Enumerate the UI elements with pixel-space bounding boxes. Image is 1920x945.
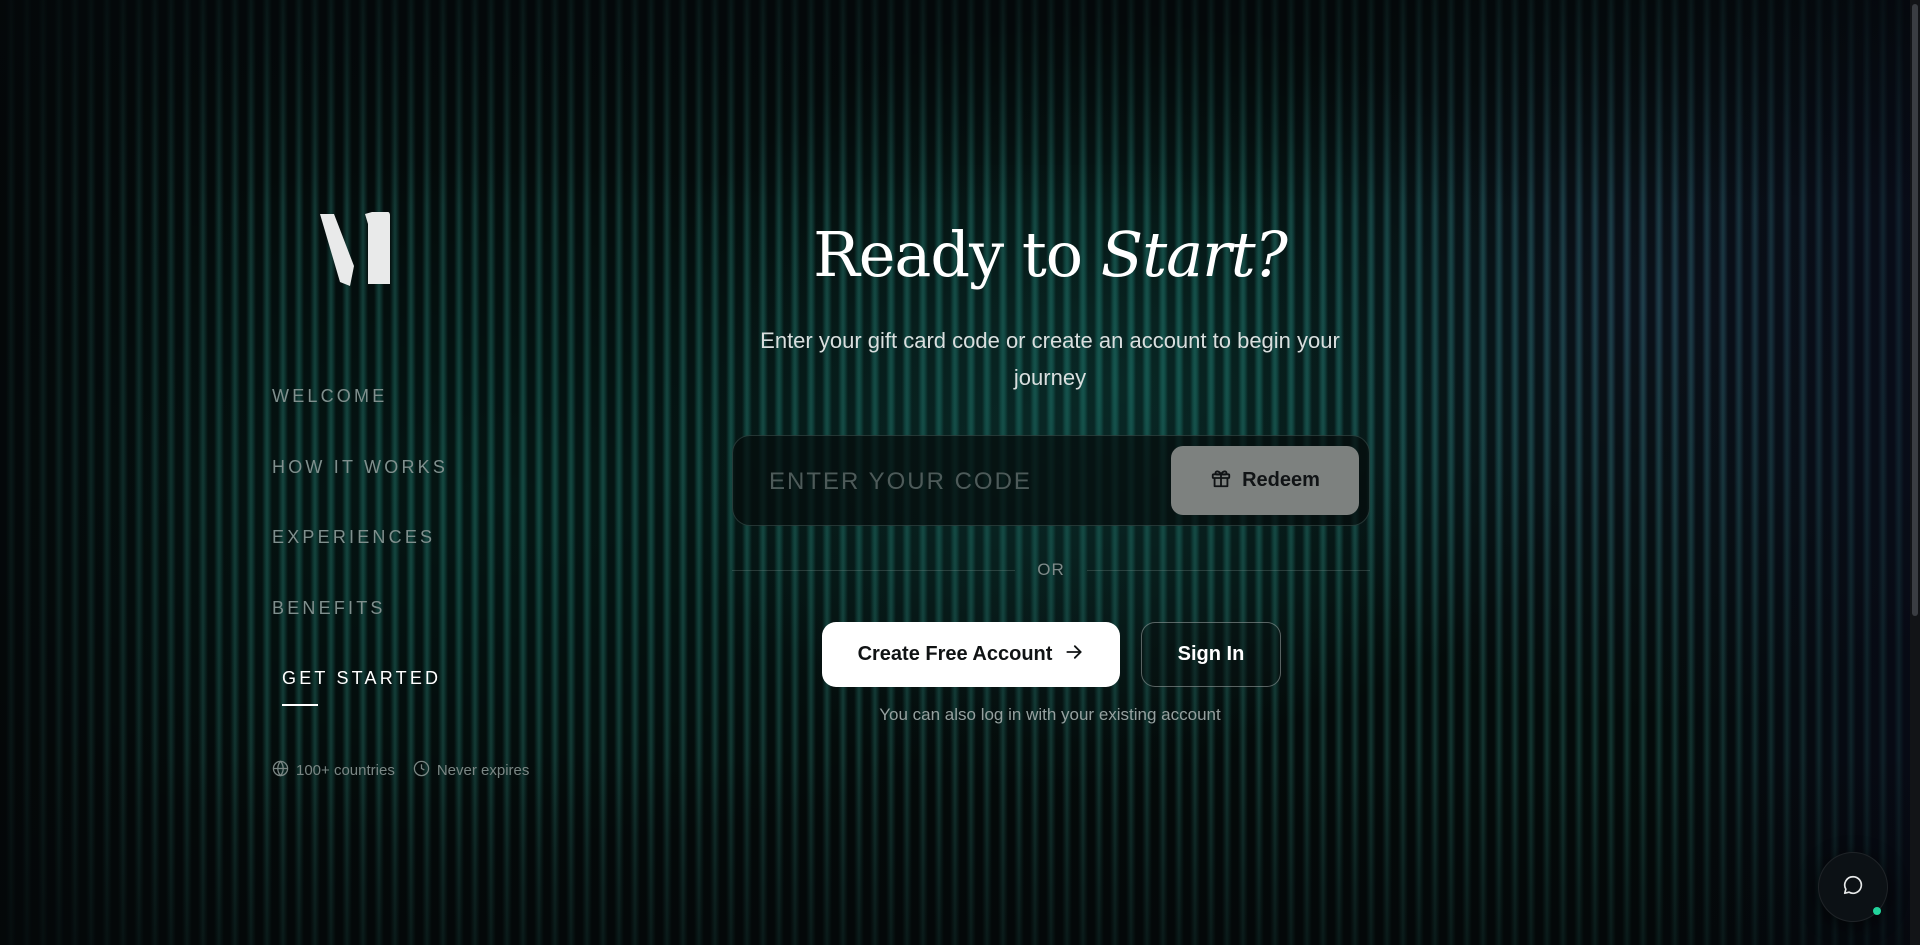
title-emphasis: Start? (1100, 218, 1288, 291)
page-scrollbar[interactable] (1910, 0, 1920, 945)
page: WELCOME HOW IT WORKS EXPERIENCES BENEFIT… (0, 0, 1920, 945)
chat-button[interactable] (1818, 852, 1888, 922)
feature-meta: 100+ countries Never expires (272, 760, 529, 781)
gift-code-form: Redeem (732, 435, 1370, 526)
gift-icon (1210, 467, 1232, 495)
scrollbar-thumb[interactable] (1912, 4, 1918, 616)
page-title: Ready to Start? (700, 218, 1400, 291)
title-plain: Ready to (813, 218, 1101, 291)
nav-item-experiences[interactable]: EXPERIENCES (272, 527, 435, 548)
gift-code-input[interactable] (767, 460, 1171, 504)
meta-expiry: Never expires (413, 760, 530, 781)
login-hint: You can also log in with your existing a… (879, 705, 1221, 724)
nav-item-get-started[interactable]: GET STARTED (282, 668, 441, 706)
clock-icon (413, 760, 430, 781)
online-status-dot (1873, 907, 1881, 915)
sidebar-nav: WELCOME HOW IT WORKS EXPERIENCES BENEFIT… (272, 386, 448, 739)
nav-item-benefits[interactable]: BENEFITS (272, 598, 386, 619)
create-account-label: Create Free Account (857, 643, 1053, 665)
redeem-label: Redeem (1242, 469, 1320, 491)
chat-bubble-icon (1842, 874, 1864, 901)
meta-countries: 100+ countries (272, 760, 395, 781)
divider-line-right (1086, 569, 1370, 571)
meta-countries-text: 100+ countries (296, 762, 395, 779)
globe-icon (272, 760, 289, 781)
nav-item-welcome[interactable]: WELCOME (272, 386, 387, 407)
redeem-button[interactable]: Redeem (1171, 446, 1359, 515)
or-label: OR (1037, 560, 1065, 579)
nav-item-how-it-works[interactable]: HOW IT WORKS (272, 457, 448, 478)
divider-line-left (732, 569, 1016, 571)
page-subtitle: Enter your gift card code or create an a… (760, 328, 1340, 390)
create-account-button[interactable]: Create Free Account (822, 622, 1120, 687)
or-divider: OR (732, 558, 1370, 582)
arrow-right-icon (1064, 642, 1084, 668)
meta-expiry-text: Never expires (436, 762, 530, 779)
logo-mark[interactable] (318, 212, 390, 286)
sign-in-button[interactable]: Sign In (1141, 622, 1281, 687)
